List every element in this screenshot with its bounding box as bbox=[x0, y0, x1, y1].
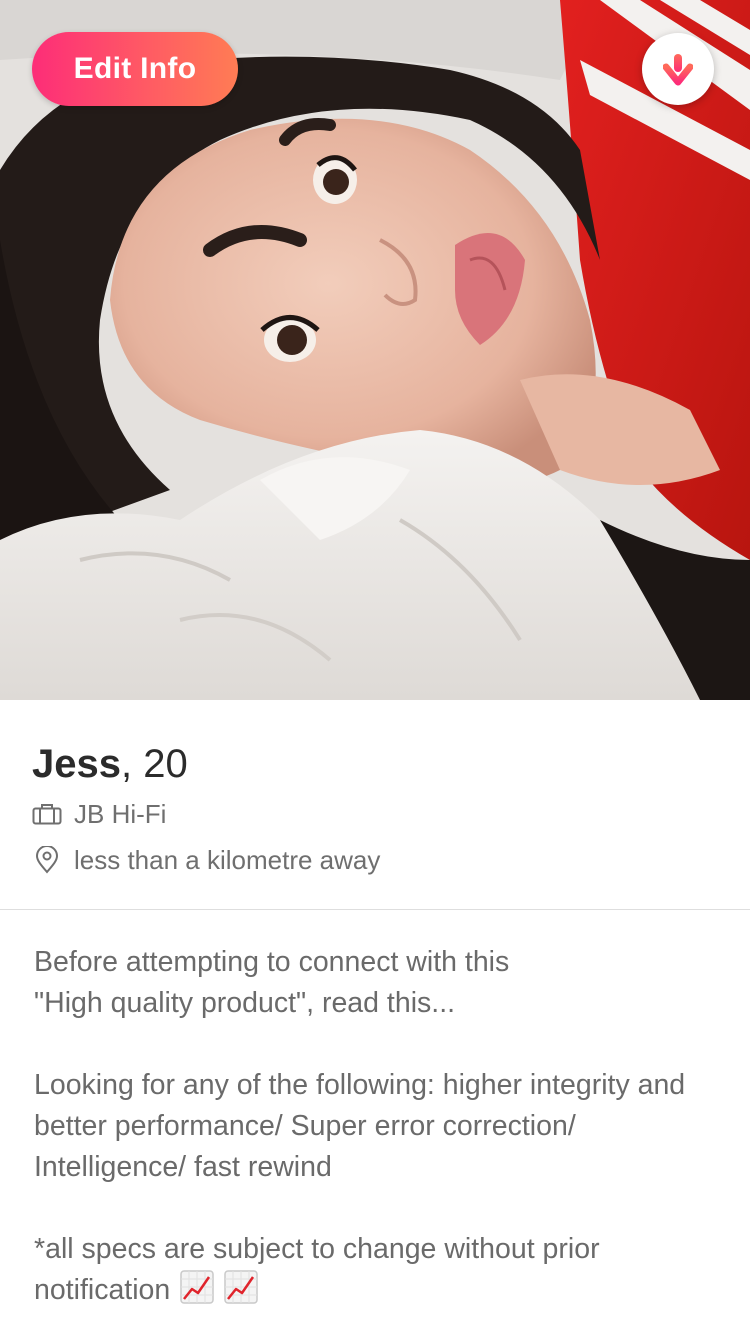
edit-info-button[interactable]: Edit Info bbox=[32, 32, 238, 106]
profile-age: 20 bbox=[143, 742, 188, 786]
distance-label: less than a kilometre away bbox=[74, 844, 381, 875]
name-age-heading: Jess, 20 bbox=[32, 740, 188, 788]
name-separator: , bbox=[120, 742, 133, 786]
profile-name: Jess bbox=[32, 742, 121, 786]
chart-increasing-icon bbox=[180, 1270, 215, 1304]
arrow-down-icon bbox=[663, 54, 693, 86]
profile-photo[interactable]: Edit Info bbox=[0, 0, 750, 700]
bio-paragraph-text: *all specs are subject to change without… bbox=[34, 1233, 600, 1306]
profile-screen: Edit Info Jess, 20 JB Hi-Fi less than a … bbox=[0, 0, 750, 1334]
distance-row: less than a kilometre away bbox=[32, 843, 380, 877]
work-row: JB Hi-Fi bbox=[32, 797, 166, 831]
location-pin-icon bbox=[32, 845, 62, 875]
bio-paragraph: Before attempting to connect with this "… bbox=[34, 946, 510, 1019]
bio-section: Before attempting to connect with this "… bbox=[34, 942, 724, 1311]
chart-increasing-icon bbox=[224, 1270, 259, 1304]
bio-paragraph-last: *all specs are subject to change without… bbox=[34, 1229, 724, 1311]
work-label: JB Hi-Fi bbox=[74, 798, 167, 829]
collapse-profile-button[interactable] bbox=[642, 33, 714, 105]
briefcase-icon bbox=[32, 799, 62, 829]
bio-paragraph: Looking for any of the following: higher… bbox=[34, 1069, 686, 1183]
profile-info: Jess, 20 JB Hi-Fi less than a kilometre … bbox=[0, 700, 750, 910]
section-divider bbox=[0, 909, 750, 910]
